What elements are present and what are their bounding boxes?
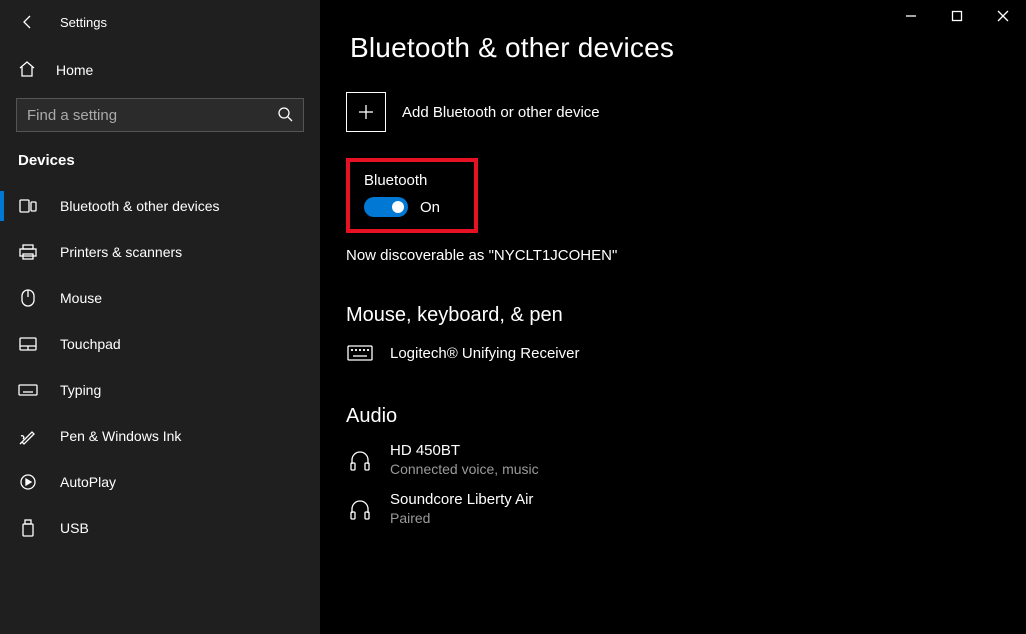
device-status: Paired [390, 510, 533, 526]
headphones-icon [346, 448, 374, 472]
device-soundcore[interactable]: Soundcore Liberty Air Paired [346, 491, 1026, 526]
bluetooth-label: Bluetooth [364, 172, 444, 189]
page-title: Bluetooth & other devices [348, 32, 1026, 64]
device-unifying-receiver[interactable]: Logitech® Unifying Receiver [346, 341, 1026, 365]
sidebar-item-label: Touchpad [60, 336, 121, 352]
search-box[interactable] [16, 98, 304, 132]
add-device-label: Add Bluetooth or other device [402, 104, 600, 121]
sidebar-item-label: Pen & Windows Ink [60, 428, 181, 444]
home-icon [18, 60, 38, 81]
toggle-state: On [420, 199, 440, 216]
section-header: Devices [0, 144, 320, 183]
keyboard-icon [18, 380, 38, 400]
sidebar-item-label: Printers & scanners [60, 244, 182, 260]
close-icon [997, 10, 1009, 22]
search-input[interactable] [27, 107, 277, 124]
sidebar-item-label: AutoPlay [60, 474, 116, 490]
sidebar-item-autoplay[interactable]: AutoPlay [0, 459, 320, 505]
plus-icon [357, 103, 375, 121]
sidebar-item-label: USB [60, 520, 89, 536]
headphones-icon [346, 497, 374, 521]
sidebar-item-typing[interactable]: Typing [0, 367, 320, 413]
discoverable-text: Now discoverable as "NYCLT1JCOHEN" [346, 247, 1026, 264]
maximize-button[interactable] [934, 0, 980, 32]
arrow-left-icon [20, 14, 36, 30]
device-status: Connected voice, music [390, 461, 539, 477]
bluetooth-highlight: Bluetooth On [346, 158, 478, 233]
sidebar-item-label: Typing [60, 382, 101, 398]
pen-icon [18, 426, 38, 446]
toggle-knob [392, 201, 404, 213]
sidebar-item-pen[interactable]: Pen & Windows Ink [0, 413, 320, 459]
back-button[interactable] [18, 12, 38, 32]
add-device-row[interactable]: Add Bluetooth or other device [346, 92, 1026, 132]
minimize-button[interactable] [888, 0, 934, 32]
devices-icon [18, 196, 38, 216]
mouse-keyboard-header: Mouse, keyboard, & pen [346, 304, 1026, 327]
sidebar-item-label: Mouse [60, 290, 102, 306]
printer-icon [18, 242, 38, 262]
bluetooth-toggle[interactable] [364, 197, 408, 217]
minimize-icon [905, 10, 917, 22]
maximize-icon [951, 10, 963, 22]
app-title: Settings [60, 15, 107, 30]
keyboard-device-icon [346, 341, 374, 365]
close-button[interactable] [980, 0, 1026, 32]
device-hd450bt[interactable]: HD 450BT Connected voice, music [346, 442, 1026, 477]
home-label: Home [56, 62, 93, 78]
sidebar-item-usb[interactable]: USB [0, 505, 320, 551]
home-nav[interactable]: Home [0, 50, 320, 90]
usb-icon [18, 518, 38, 538]
sidebar-item-bluetooth[interactable]: Bluetooth & other devices [0, 183, 320, 229]
device-name: Logitech® Unifying Receiver [390, 345, 579, 362]
sidebar-item-touchpad[interactable]: Touchpad [0, 321, 320, 367]
add-icon-tile [346, 92, 386, 132]
audio-header: Audio [346, 405, 1026, 428]
sidebar-item-printers[interactable]: Printers & scanners [0, 229, 320, 275]
search-icon [277, 106, 293, 125]
autoplay-icon [18, 472, 38, 492]
mouse-icon [18, 288, 38, 308]
device-name: HD 450BT [390, 442, 539, 459]
sidebar-item-mouse[interactable]: Mouse [0, 275, 320, 321]
sidebar-item-label: Bluetooth & other devices [60, 198, 220, 214]
device-name: Soundcore Liberty Air [390, 491, 533, 508]
touchpad-icon [18, 334, 38, 354]
